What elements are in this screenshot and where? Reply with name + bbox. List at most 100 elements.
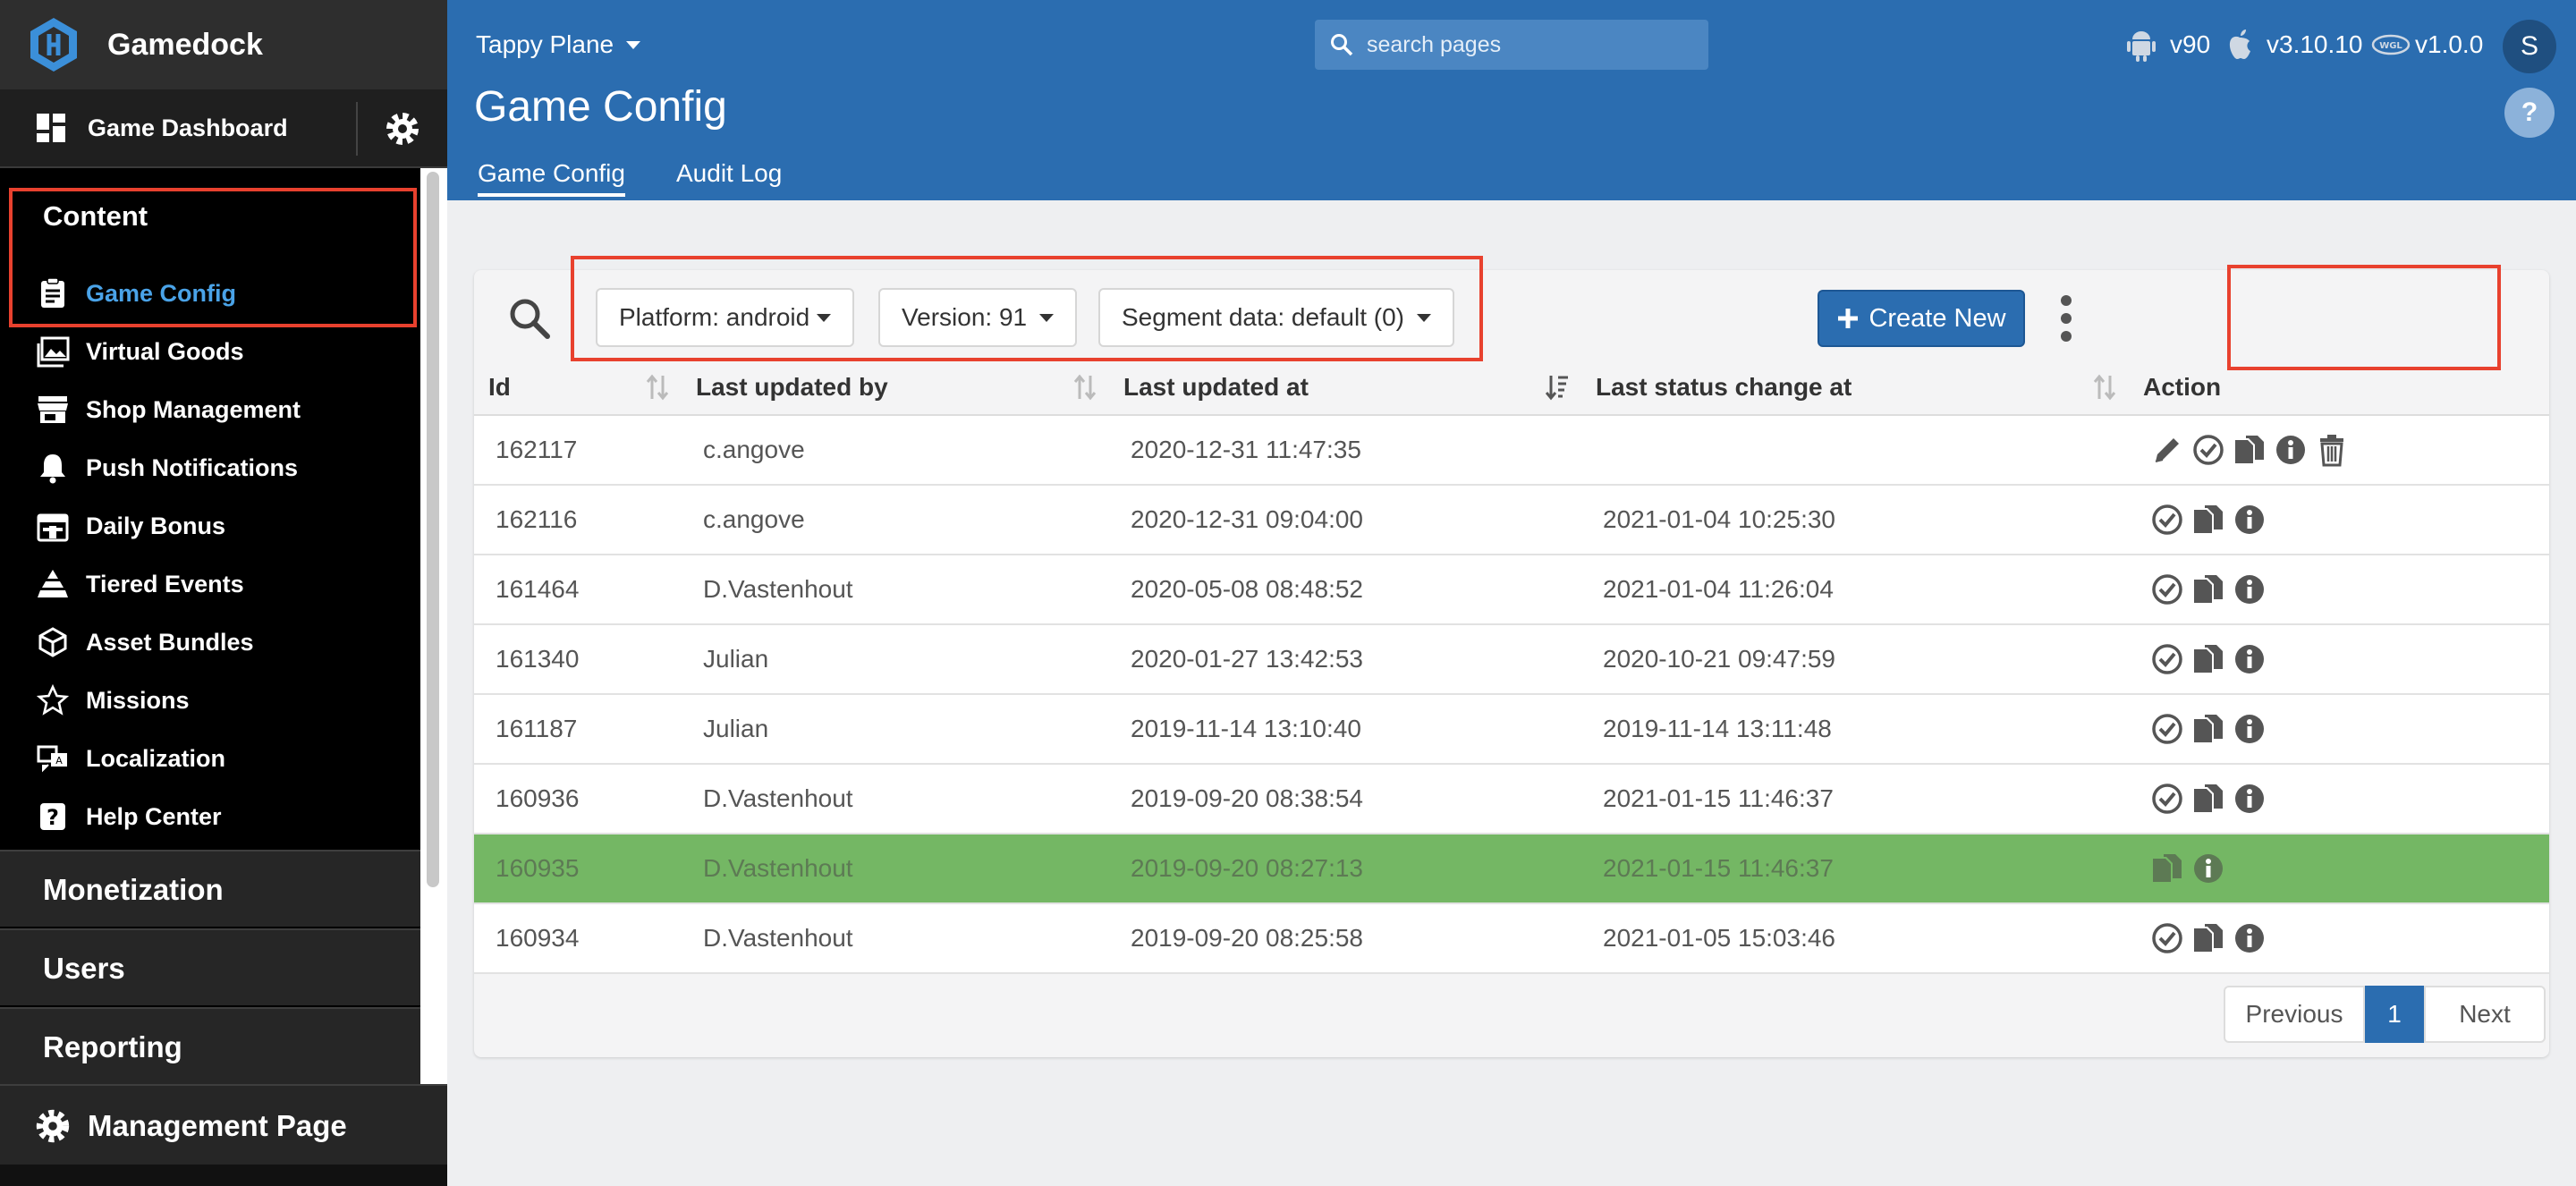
table-cell-id: 161464 <box>474 555 682 625</box>
info-icon[interactable] <box>2233 572 2267 606</box>
table-cell-actions <box>2129 694 2549 765</box>
table-row[interactable]: 161464 D.Vastenhout 2020-05-08 08:48:52 202… <box>474 555 2549 625</box>
sidebar-item-shop-management[interactable]: Shop Management <box>0 383 420 436</box>
pagination-previous[interactable]: Previous <box>2224 986 2365 1043</box>
search-icon[interactable] <box>506 295 553 342</box>
activate-check-icon[interactable] <box>2150 642 2184 676</box>
sidebar-section-monetization[interactable]: Monetization <box>0 850 420 927</box>
pagination-next[interactable]: Next <box>2424 986 2546 1043</box>
sidebar-item-localization[interactable]: A Localization <box>0 732 420 785</box>
svg-text:?: ? <box>47 805 59 830</box>
bell-icon <box>40 454 65 484</box>
svg-text:A: A <box>55 755 63 767</box>
sidebar-item-push-notifications[interactable]: Push Notifications <box>0 441 420 495</box>
annotation-highlight-filters <box>571 256 1483 361</box>
sidebar-item-help-center[interactable]: ? Help Center <box>0 790 420 843</box>
unity-icon <box>38 627 67 657</box>
sort-icon[interactable] <box>2093 374 2116 401</box>
table-row[interactable]: 160934 D.Vastenhout 2019-09-20 08:25:58 202… <box>474 903 2549 974</box>
config-table: Id Last updated by Last updated at Last … <box>474 360 2549 974</box>
webgl-version: v1.0.0 <box>2415 30 2484 58</box>
activate-check-icon[interactable] <box>2150 921 2184 955</box>
copy-icon[interactable] <box>2191 572 2225 606</box>
table-row[interactable]: 162116 c.angove 2020-12-31 09:04:00 2021-01… <box>474 485 2549 555</box>
table-cell-actions <box>2129 555 2549 625</box>
copy-icon[interactable] <box>2191 503 2225 537</box>
table-cell-actions <box>2129 903 2549 974</box>
table-cell-status: 2021-01-04 11:26:04 <box>1581 555 2129 625</box>
info-icon[interactable] <box>2233 712 2267 746</box>
sidebar-section-users[interactable]: Users <box>0 928 420 1005</box>
column-label: Last updated at <box>1123 372 1309 401</box>
sidebar-item-label: Shop Management <box>86 395 301 423</box>
pagination-page-1[interactable]: 1 <box>2365 986 2424 1043</box>
copy-icon[interactable] <box>2191 642 2225 676</box>
sidebar-item-virtual-goods[interactable]: Virtual Goods <box>0 325 420 378</box>
table-row[interactable]: 161187 Julian 2019-11-14 13:10:40 2019-11-1… <box>474 694 2549 765</box>
table-cell-at: 2020-12-31 09:04:00 <box>1109 485 1581 555</box>
table-row[interactable]: 160935 D.Vastenhout 2019-09-20 08:27:13 202… <box>474 834 2549 904</box>
column-header-last-updated-by[interactable]: Last updated by <box>682 360 1109 416</box>
table-cell-id: 160935 <box>474 834 682 904</box>
trash-icon[interactable] <box>2315 433 2349 467</box>
column-header-last-updated-at[interactable]: Last updated at <box>1109 360 1581 416</box>
table-cell-at: 2019-11-14 13:10:40 <box>1109 694 1581 765</box>
table-cell-by: c.angove <box>682 485 1109 555</box>
column-header-id[interactable]: Id <box>474 360 682 416</box>
translate-icon: A <box>37 745 67 773</box>
info-icon[interactable] <box>2191 851 2225 885</box>
sidebar-section-reporting[interactable]: Reporting <box>0 1007 420 1084</box>
search-input[interactable] <box>1367 27 1698 63</box>
copy-icon[interactable] <box>2150 851 2184 885</box>
table-cell-by: D.Vastenhout <box>682 903 1109 974</box>
sidebar-item-label: Missions <box>86 686 190 714</box>
sort-icon[interactable] <box>646 374 669 401</box>
sidebar-item-missions[interactable]: Missions <box>0 673 420 727</box>
info-icon[interactable] <box>2233 921 2267 955</box>
row-actions <box>2150 921 2549 955</box>
game-selector[interactable]: Tappy Plane <box>476 30 641 59</box>
table-cell-actions <box>2129 415 2549 486</box>
create-new-button[interactable]: Create New <box>1818 290 2025 347</box>
gear-icon[interactable] <box>381 107 424 150</box>
table-row[interactable]: 162117 c.angove 2020-12-31 11:47:35 <box>474 415 2549 486</box>
activate-check-icon[interactable] <box>2150 712 2184 746</box>
sidebar-item-daily-bonus[interactable]: Daily Bonus <box>0 499 420 553</box>
table-cell-at: 2019-09-20 08:25:58 <box>1109 903 1581 974</box>
activate-check-icon[interactable] <box>2150 572 2184 606</box>
copy-icon[interactable] <box>2233 433 2267 467</box>
more-options-icon[interactable] <box>2057 293 2075 343</box>
activate-check-icon[interactable] <box>2150 782 2184 816</box>
table-cell-at: 2020-01-27 13:42:53 <box>1109 624 1581 695</box>
help-button[interactable]: ? <box>2504 88 2555 138</box>
avatar[interactable]: S <box>2503 20 2556 73</box>
info-icon[interactable] <box>2233 503 2267 537</box>
page-title: Game Config <box>474 83 727 131</box>
tab-audit-log[interactable]: Audit Log <box>676 159 782 188</box>
management-page-link[interactable]: Management Page <box>0 1084 447 1165</box>
game-dashboard-link[interactable]: Game Dashboard <box>0 89 447 168</box>
brand[interactable]: Gamedock <box>0 0 447 89</box>
brand-name: Gamedock <box>107 27 263 62</box>
tab-game-config[interactable]: Game Config <box>478 159 625 197</box>
sidebar-item-tiered-events[interactable]: Tiered Events <box>0 557 420 611</box>
activate-check-icon[interactable] <box>2150 503 2184 537</box>
copy-icon[interactable] <box>2191 921 2225 955</box>
info-icon[interactable] <box>2233 642 2267 676</box>
column-label: Action <box>2143 372 2222 401</box>
search-box[interactable] <box>1315 20 1708 70</box>
column-header-last-status-change-at[interactable]: Last status change at <box>1581 360 2129 416</box>
activate-check-icon[interactable] <box>2191 433 2225 467</box>
table-row[interactable]: 160936 D.Vastenhout 2019-09-20 08:38:54 202… <box>474 764 2549 834</box>
game-dashboard-label: Game Dashboard <box>88 114 288 141</box>
sort-icon[interactable] <box>1073 374 1097 401</box>
info-icon[interactable] <box>2233 782 2267 816</box>
copy-icon[interactable] <box>2191 712 2225 746</box>
sidebar-scrollbar-thumb[interactable] <box>427 172 439 887</box>
table-row[interactable]: 161340 Julian 2020-01-27 13:42:53 2020-10-2… <box>474 624 2549 695</box>
sort-descending-icon[interactable] <box>1546 374 1569 401</box>
sidebar-item-asset-bundles[interactable]: Asset Bundles <box>0 615 420 669</box>
info-icon[interactable] <box>2274 433 2308 467</box>
edit-pencil-icon[interactable] <box>2150 433 2184 467</box>
copy-icon[interactable] <box>2191 782 2225 816</box>
